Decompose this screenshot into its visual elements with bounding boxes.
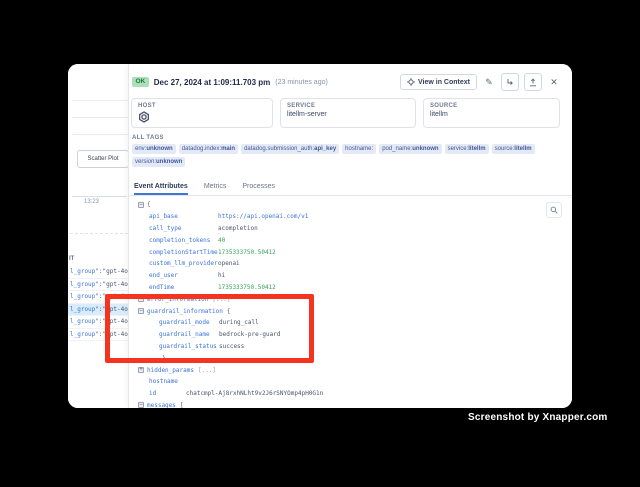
status-badge: OK	[132, 77, 149, 87]
host-label: HOST	[138, 103, 266, 109]
divider	[72, 117, 128, 118]
source-box: SOURCE litellm	[423, 98, 560, 128]
attribute-row-array: − messages [	[129, 400, 572, 408]
source-value: litellm	[430, 111, 553, 118]
tag[interactable]: datadog.submission_auth:api_key	[241, 144, 339, 154]
share-export-icon[interactable]	[524, 73, 542, 91]
tag[interactable]: datadog.index:main	[179, 144, 238, 154]
attribute-row: completionStartTime 1735333750.50412	[129, 246, 572, 258]
branch-arrow-icon[interactable]	[501, 73, 519, 91]
service-label: SERVICE	[287, 103, 409, 109]
source-label: SOURCE	[430, 103, 553, 109]
list-item[interactable]: l_group":"gpt-4o	[68, 279, 128, 292]
all-tags-label: ALL TAGS	[132, 135, 164, 141]
attribute-row: custom_llm_provider openai	[129, 258, 572, 270]
row-key: l_group"	[70, 268, 99, 275]
api-base-link[interactable]: https://api.openai.com/v1	[218, 213, 308, 220]
attribute-row: end_user hi	[129, 270, 572, 282]
row-value: :"gpt-4o	[99, 281, 128, 288]
attribute-row: endTime 1735333750.50412	[129, 282, 572, 294]
tag[interactable]: env:unknown	[132, 144, 176, 154]
crosshair-icon	[407, 78, 415, 86]
close-icon[interactable]: ✕	[547, 74, 561, 90]
tab-bar: Event Attributes Metrics Processes	[129, 176, 572, 196]
host-icon	[138, 111, 266, 123]
attribute-row-collapsed: + hidden_params [...]	[129, 364, 572, 376]
row-value: :"gpt-4o	[99, 268, 128, 275]
collapse-icon[interactable]: −	[138, 402, 144, 408]
list-item[interactable]: l_group":"gpt-4o	[68, 266, 128, 279]
tag[interactable]: source:litellm	[492, 144, 535, 154]
tag[interactable]: pod_name:unknown	[379, 144, 441, 154]
json-root-row: − {	[129, 199, 572, 211]
chart-gridline	[70, 233, 128, 234]
attribute-row: hostname	[129, 376, 572, 388]
table-header: IT	[69, 256, 74, 262]
screenshot-background: Scatter Plot 13:23 IT l_group":"gpt-4o l…	[0, 0, 640, 487]
row-key: l_group"	[70, 331, 99, 338]
host-box: HOST	[131, 98, 273, 128]
attribute-row: call_type acompletion	[129, 223, 572, 235]
tag[interactable]: service:litellm	[445, 144, 489, 154]
tab-processes[interactable]: Processes	[242, 183, 275, 195]
tag[interactable]: version:unknown	[132, 157, 185, 167]
service-value: litellm-server	[287, 111, 409, 118]
row-key: l_group"	[70, 281, 99, 288]
event-header: OK Dec 27, 2024 at 1:09:11.703 pm (23 mi…	[132, 72, 561, 92]
row-key: l_group"	[70, 318, 99, 325]
chart-axis-line	[72, 196, 127, 197]
collapse-icon[interactable]: −	[138, 202, 144, 208]
tag[interactable]: hostname:	[342, 144, 376, 154]
attribute-row: api_base https://api.openai.com/v1	[129, 211, 572, 223]
relative-time: (23 minutes ago)	[275, 79, 328, 86]
expand-icon[interactable]: +	[138, 367, 144, 373]
view-in-context-label: View in Context	[418, 79, 470, 86]
divider	[72, 134, 128, 135]
tag-list: env:unknown datadog.index:main datadog.s…	[132, 144, 560, 167]
edit-icon[interactable]: ✎	[482, 74, 496, 90]
tab-metrics[interactable]: Metrics	[204, 183, 227, 195]
row-key: l_group"	[70, 306, 99, 313]
attribute-row: completion_tokens 40	[129, 234, 572, 246]
divider	[72, 100, 128, 101]
tab-event-attributes[interactable]: Event Attributes	[134, 183, 188, 195]
chart-axis-tick: 13:23	[84, 199, 99, 205]
row-key: l_group"	[70, 293, 99, 300]
scatter-plot-button[interactable]: Scatter Plot	[77, 150, 128, 168]
attribute-row: id chatcmpl-Aj8rxhNLht9v2J6rSNYOmp4pH0G1…	[129, 388, 572, 400]
info-boxes: HOST SERVICE litellm-server SOURCE litel…	[131, 98, 560, 128]
view-in-context-button[interactable]: View in Context	[400, 74, 477, 90]
watermark-text: Screenshot by Xnapper.com	[468, 412, 608, 423]
annotation-highlight-box	[105, 294, 314, 363]
service-box: SERVICE litellm-server	[280, 98, 416, 128]
event-timestamp: Dec 27, 2024 at 1:09:11.703 pm	[154, 78, 271, 87]
